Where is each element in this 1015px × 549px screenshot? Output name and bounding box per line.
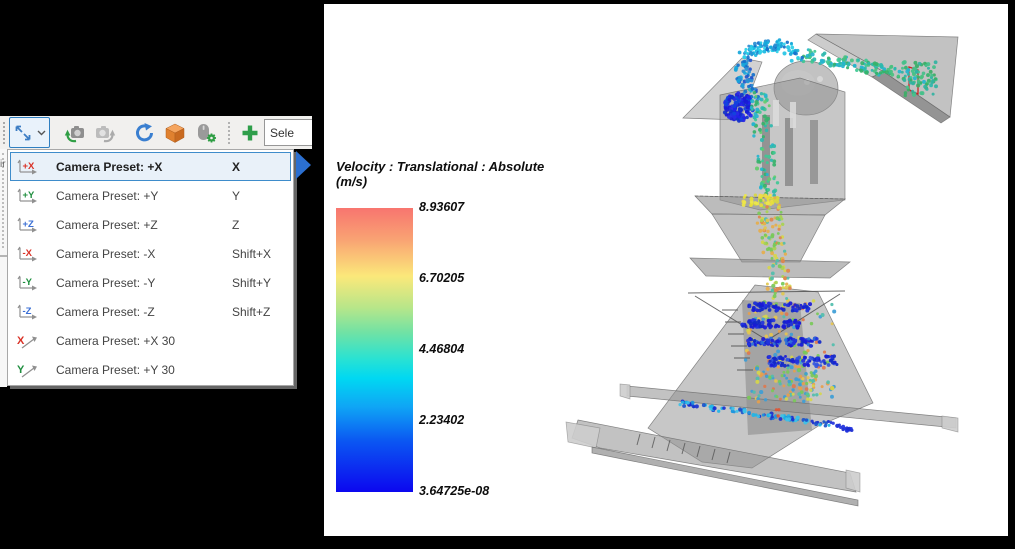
menu-item-camera-preset[interactable]: -X Camera Preset: -XShift+X — [10, 239, 291, 268]
menu-item-camera-preset[interactable]: +Z Camera Preset: +ZZ — [10, 210, 291, 239]
velocity-colorbar — [336, 208, 413, 492]
add-icon — [240, 123, 260, 143]
colorbar-tick-label: 2.23402 — [419, 413, 464, 427]
menu-item-label: Camera Preset: +Y 30 — [56, 363, 232, 377]
menu-item-camera-preset[interactable]: X Camera Preset: +X 30 — [10, 326, 291, 355]
menu-item-shortcut: Z — [232, 218, 290, 232]
axis-preset-icon: +Y — [16, 187, 42, 205]
menu-item-shortcut: Shift+X — [232, 247, 290, 261]
panel-divider — [0, 255, 7, 257]
svg-text:+Z: +Z — [23, 219, 35, 230]
3d-viewport[interactable]: Velocity : Translational : Absolute (m/s… — [324, 4, 1008, 536]
svg-text:+Y: +Y — [23, 190, 36, 201]
chevron-down-icon — [37, 130, 46, 136]
svg-text:+X: +X — [23, 161, 36, 172]
camera-preset-menu: +XCamera Preset: +XX+YCamera Preset: +YY… — [7, 149, 294, 386]
menu-item-camera-preset[interactable]: +X Camera Preset: +XX — [10, 152, 291, 181]
svg-text:-Y: -Y — [23, 277, 33, 288]
menu-item-camera-preset[interactable]: -Z Camera Preset: -ZShift+Z — [10, 297, 291, 326]
svg-text:Y: Y — [17, 364, 25, 376]
rotate-view-button[interactable] — [130, 117, 160, 148]
rotate-view-icon — [134, 122, 156, 144]
colorbar-tick-label: 4.46804 — [419, 342, 464, 356]
window-fragment-strip: ir — [0, 149, 7, 387]
legend-title-line1: Velocity : Translational : Absolute — [336, 159, 566, 174]
axis-preset-icon: -Z — [16, 303, 42, 321]
menu-item-shortcut: X — [232, 160, 290, 174]
menu-item-camera-preset[interactable]: -Y Camera Preset: -YShift+Y — [10, 268, 291, 297]
next-camera-button[interactable] — [90, 117, 120, 148]
select-dropdown[interactable]: Sele — [264, 119, 312, 146]
svg-text:-Z: -Z — [23, 306, 32, 317]
menu-item-shortcut: Shift+Z — [232, 305, 290, 319]
camera-preset-icon — [13, 123, 33, 143]
menu-item-label: Camera Preset: -Z — [56, 305, 232, 319]
callout-arrow-icon — [296, 151, 311, 179]
previous-camera-button[interactable] — [60, 117, 90, 148]
axis-preset-icon: Y — [16, 361, 42, 379]
menu-item-camera-preset[interactable]: Y Camera Preset: +Y 30 — [10, 355, 291, 384]
clipped-text-fragment: ir — [0, 159, 6, 170]
axis-preset-icon: -Y — [16, 274, 42, 292]
perspective-cube-button[interactable] — [160, 117, 190, 148]
mouse-settings-button[interactable] — [190, 117, 222, 148]
menu-item-label: Camera Preset: -X — [56, 247, 232, 261]
colorbar-tick-label: 3.64725e-08 — [419, 484, 489, 498]
camera-preset-button[interactable] — [9, 117, 50, 148]
simulation-scene — [324, 4, 1008, 536]
axis-preset-icon: -X — [16, 245, 42, 263]
menu-item-label: Camera Preset: +X — [56, 160, 232, 174]
axis-preset-icon: X — [16, 332, 42, 350]
toolbar: Sele — [0, 116, 312, 149]
legend-title: Velocity : Translational : Absolute (m/s… — [336, 159, 566, 189]
menu-item-shortcut: Shift+Y — [232, 276, 290, 290]
svg-text:X: X — [17, 335, 25, 347]
screen: { "toolbar": { "select_text": "Sele", "i… — [0, 0, 1015, 549]
toolbar-grip[interactable] — [3, 122, 5, 144]
previous-camera-icon — [64, 122, 86, 144]
mouse-settings-icon — [194, 122, 218, 144]
toolbar-separator-dotted — [228, 122, 230, 144]
axis-preset-icon: +X — [16, 158, 42, 176]
menu-item-shortcut: Y — [232, 189, 290, 203]
perspective-cube-icon — [164, 122, 186, 144]
svg-text:-X: -X — [23, 248, 33, 259]
legend-title-line2: (m/s) — [336, 174, 566, 189]
colorbar-tick-label: 6.70205 — [419, 271, 464, 285]
menu-item-label: Camera Preset: +X 30 — [56, 334, 232, 348]
select-dropdown-text: Sele — [270, 126, 294, 140]
menu-item-label: Camera Preset: +Z — [56, 218, 232, 232]
next-camera-icon — [94, 122, 116, 144]
menu-item-label: Camera Preset: +Y — [56, 189, 232, 203]
add-button[interactable] — [236, 117, 264, 148]
axis-preset-icon: +Z — [16, 216, 42, 234]
menu-item-camera-preset[interactable]: +Y Camera Preset: +YY — [10, 181, 291, 210]
menu-item-label: Camera Preset: -Y — [56, 276, 232, 290]
colorbar-tick-label: 8.93607 — [419, 200, 464, 214]
